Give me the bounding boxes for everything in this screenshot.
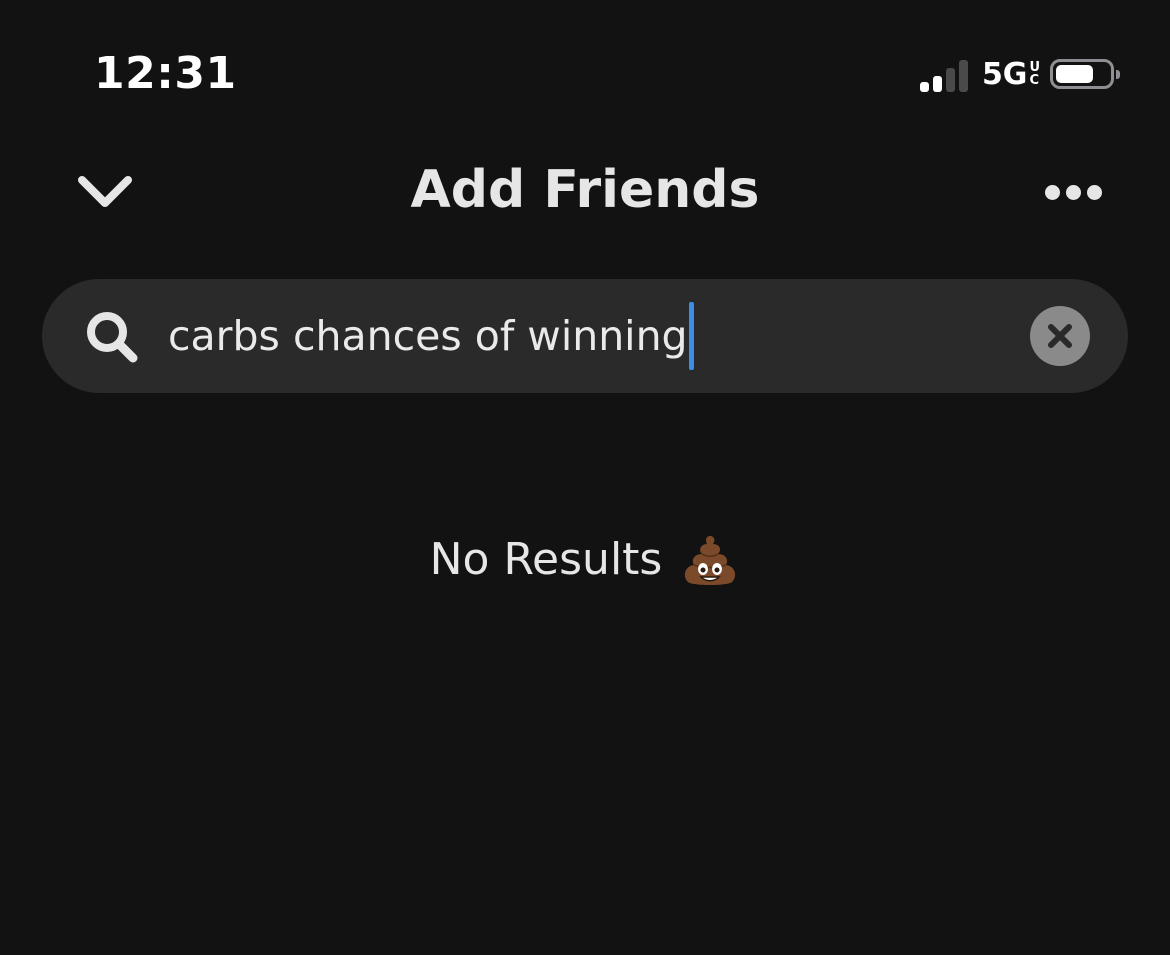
text-caret <box>688 302 694 370</box>
network-uc-label: U C <box>1029 60 1040 88</box>
network-indicator: 5G U C <box>982 57 1040 92</box>
search-icon <box>87 312 138 363</box>
more-horizontal-icon-dot <box>1044 184 1060 200</box>
poop-emoji-icon <box>685 536 736 585</box>
chevron-down-icon <box>78 176 132 207</box>
add-friends-screen: 12:31 5G U C Add Friends carbs chances o… <box>0 0 1170 955</box>
empty-state: No Results <box>0 528 1170 592</box>
clear-circle-icon <box>1048 324 1072 348</box>
more-options-button[interactable] <box>1038 170 1108 214</box>
battery-fill <box>1056 65 1094 83</box>
search-input[interactable]: carbs chances of winning <box>168 302 694 370</box>
search-bar[interactable]: carbs chances of winning <box>42 279 1128 393</box>
page-title: Add Friends <box>410 160 760 220</box>
cellular-signal-icon <box>919 56 968 92</box>
no-results-text: No Results <box>429 534 663 585</box>
status-indicators: 5G U C <box>919 54 1120 94</box>
clear-search-button[interactable] <box>1030 306 1090 366</box>
network-label: 5G <box>981 56 1028 92</box>
status-time: 12:31 <box>94 48 237 99</box>
collapse-button[interactable] <box>72 162 138 222</box>
search-input-value[interactable]: carbs chances of winning <box>168 303 688 369</box>
battery-icon <box>1050 59 1120 89</box>
